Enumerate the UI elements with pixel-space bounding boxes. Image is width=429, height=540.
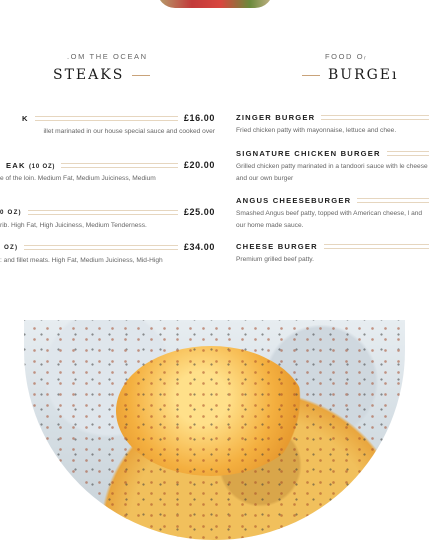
item-price: £16.00 — [183, 113, 215, 123]
item-leader — [24, 244, 178, 250]
item-leader — [323, 244, 429, 249]
menu-item: CHEESE BURGER Premium grilled beef patty… — [236, 242, 429, 266]
item-leader — [357, 198, 429, 203]
item-name: K — [22, 113, 29, 123]
top-dish-image — [157, 0, 273, 8]
steaks-heading: STEAKS — [53, 67, 151, 83]
menu-item: K £16.00 illet marinated in our house sp… — [0, 113, 215, 138]
item-leader — [27, 209, 178, 215]
menu-item: SIGNATURE CHICKEN BURGER Grilled chicken… — [236, 149, 429, 185]
item-name: CHEESE BURGER — [236, 242, 318, 251]
menu-item: EAK (10 OZ) £20.00 e of the loin. Medium… — [0, 160, 215, 185]
item-description: Fried chicken patty with mayonnaise, let… — [236, 127, 397, 134]
burgers-title: BURGEı — [328, 67, 399, 83]
item-leader — [321, 115, 429, 120]
item-leader — [386, 151, 429, 156]
item-name: 0 OZ) — [0, 208, 22, 216]
menu-item: ANGUS CHEESEBURGER Smashed Angus beef pa… — [236, 196, 429, 232]
seasoning-specks — [24, 320, 405, 540]
heading-rule — [302, 74, 320, 76]
menu-item: OZ) £34.00 : and fillet meats. High Fat,… — [0, 242, 215, 267]
item-description: rib. High Fat, High Juiciness, Medium Te… — [0, 222, 147, 229]
item-price: £25.00 — [183, 207, 215, 217]
menu-item: ZINGER BURGER Fried chicken patty with m… — [236, 113, 429, 137]
item-name: ZINGER BURGER — [236, 113, 316, 122]
item-name-text: EAK — [6, 160, 26, 170]
item-description: Smashed Angus beef patty, topped with Am… — [236, 210, 423, 229]
heading-rule — [132, 74, 151, 76]
steaks-title: STEAKS — [53, 67, 125, 83]
item-description: : and fillet meats. High Fat, Medium Jui… — [0, 257, 163, 264]
item-price: £20.00 — [183, 160, 215, 170]
item-name: OZ) — [4, 243, 19, 251]
burgers-heading: BURGEı — [302, 67, 399, 83]
item-name: EAK (10 OZ) — [6, 161, 55, 170]
menu-item: 0 OZ) £25.00 rib. High Fat, High Juicine… — [0, 207, 215, 232]
item-price: £34.00 — [183, 242, 215, 252]
item-description: illet marinated in our house special sau… — [43, 128, 215, 135]
item-description: Premium grilled beef patty. — [236, 256, 314, 263]
item-name: SIGNATURE CHICKEN BURGER — [236, 149, 381, 158]
item-size: (10 OZ) — [28, 163, 56, 170]
item-name: ANGUS CHEESEBURGER — [236, 196, 352, 205]
item-description: Grilled chicken patty marinated in a tan… — [236, 163, 428, 182]
item-leader — [34, 115, 178, 121]
item-leader — [61, 162, 178, 168]
burgers-eyebrow: FOOD Oᵣ — [325, 52, 368, 61]
fried-egg-image — [24, 320, 405, 540]
steaks-eyebrow: .OM THE OCEAN — [67, 52, 148, 61]
item-description: e of the loin. Medium Fat, Medium Juicin… — [0, 175, 156, 182]
